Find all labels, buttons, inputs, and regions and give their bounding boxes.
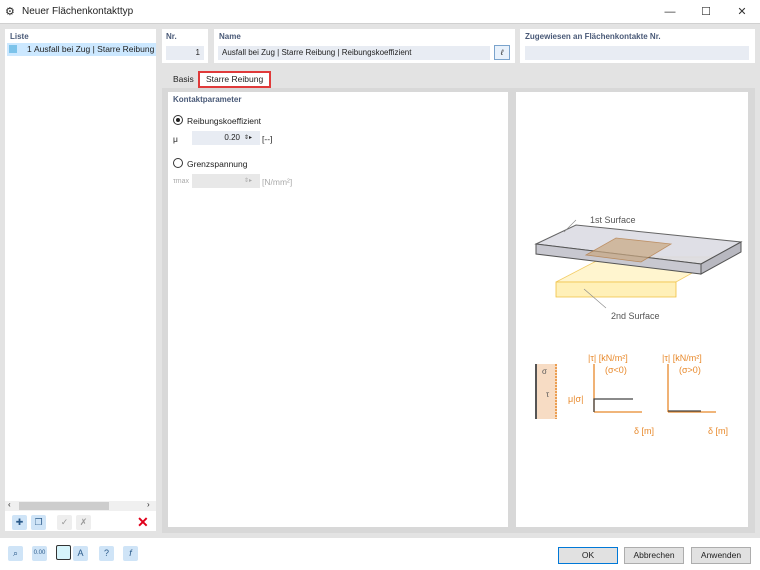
- tau-max-symbol: τmax: [173, 178, 189, 185]
- units-icon[interactable]: 0.00: [32, 546, 47, 561]
- window-title: Neuer Flächenkontakttyp: [22, 6, 134, 17]
- graph2-xlabel: δ [m]: [708, 426, 728, 436]
- display-icon[interactable]: [56, 545, 71, 560]
- diagram-panel: 1st Surface 2nd Surface σ τ |τ| [kN/m²] …: [516, 92, 748, 527]
- assigned-label: Zugewiesen an Flächenkontakte Nr.: [525, 32, 661, 41]
- friction-spinner[interactable]: ⇕▸: [244, 131, 260, 145]
- ok-button[interactable]: OK: [558, 547, 618, 564]
- limit-spinner[interactable]: ⇕▸: [244, 174, 260, 188]
- horizontal-scrollbar[interactable]: ‹ ›: [5, 500, 156, 511]
- friction-unit: [--]: [262, 134, 273, 144]
- parameters-panel: Kontaktparameter Reibungskoeffizient μ 0…: [168, 92, 508, 527]
- title-bar: ⚙ Neuer Flächenkontakttyp — ☐ ✕: [0, 0, 760, 24]
- friction-label: Reibungskoeffizient: [187, 116, 262, 126]
- graph1-cond: (σ<0): [605, 365, 627, 375]
- name-field[interactable]: Ausfall bei Zug | Starre Reibung | Reibu…: [218, 46, 490, 60]
- limit-radio[interactable]: [173, 158, 183, 168]
- new-icon[interactable]: ✚: [12, 515, 27, 530]
- cancel-button[interactable]: Abbrechen: [624, 547, 684, 564]
- apply-button[interactable]: Anwenden: [691, 547, 751, 564]
- list-item[interactable]: 1 Ausfall bei Zug | Starre Reibung | Rei…: [7, 43, 156, 56]
- friction-input[interactable]: 0.20: [192, 131, 244, 145]
- graph2-ylabel: |τ| [kN/m²]: [662, 353, 702, 363]
- copy-icon[interactable]: ❐: [31, 515, 46, 530]
- uncheck-icon[interactable]: ✗: [76, 515, 91, 530]
- limit-unit: [N/mm²]: [262, 177, 293, 187]
- edit-name-button[interactable]: ℓ: [494, 45, 510, 60]
- graph2-cond: (σ>0): [679, 365, 701, 375]
- list-item-label: Ausfall bei Zug | Starre Reibung | Reibu…: [34, 44, 156, 54]
- assigned-field[interactable]: [525, 46, 749, 60]
- limit-input[interactable]: [192, 174, 244, 188]
- graph1-ylabel: |τ| [kN/m²]: [588, 353, 628, 363]
- formula-icon[interactable]: f: [123, 546, 138, 561]
- friction-radio[interactable]: [173, 115, 183, 125]
- graph1-level: μ|σ|: [568, 394, 583, 404]
- list-item-number: 1: [27, 44, 32, 54]
- minimize-button[interactable]: —: [652, 0, 688, 24]
- name-label: Name: [219, 32, 241, 41]
- nr-box: Nr. 1: [162, 29, 208, 63]
- app-icon: ⚙: [5, 6, 15, 18]
- nr-field[interactable]: 1: [166, 46, 204, 60]
- section-icon[interactable]: A: [73, 546, 88, 561]
- check-icon[interactable]: ✓: [57, 515, 72, 530]
- delete-icon[interactable]: ✕: [137, 514, 149, 531]
- limit-label: Grenzspannung: [187, 159, 248, 169]
- nr-label: Nr.: [166, 32, 177, 41]
- scroll-left-icon[interactable]: ‹: [8, 500, 11, 509]
- params-header: Kontaktparameter: [173, 95, 242, 104]
- maximize-button[interactable]: ☐: [688, 0, 724, 24]
- search-icon[interactable]: ⌕: [8, 546, 23, 561]
- second-surface-side: [555, 281, 677, 298]
- close-button[interactable]: ✕: [724, 0, 760, 24]
- list-panel: Liste 1 Ausfall bei Zug | Starre Reibung…: [5, 29, 156, 531]
- color-swatch-icon: [9, 45, 17, 53]
- mu-symbol: μ: [173, 134, 178, 144]
- scrollbar-thumb[interactable]: [19, 502, 109, 510]
- scroll-right-icon[interactable]: ›: [147, 500, 150, 509]
- surface1-label: 1st Surface: [590, 215, 636, 225]
- tab-starre-reibung[interactable]: Starre Reibung: [198, 71, 272, 88]
- list-header: Liste: [10, 32, 29, 41]
- graph1-xlabel: δ [m]: [634, 426, 654, 436]
- sigma-label: σ: [542, 367, 547, 376]
- tab-basis[interactable]: Basis: [167, 71, 200, 88]
- name-box: Name Ausfall bei Zug | Starre Reibung | …: [214, 29, 515, 63]
- graph1-curve: [593, 398, 633, 412]
- contact-diagram: 1st Surface 2nd Surface σ τ |τ| [kN/m²] …: [534, 215, 743, 436]
- help-icon[interactable]: ?: [99, 546, 114, 561]
- assigned-box: Zugewiesen an Flächenkontakte Nr.: [520, 29, 755, 63]
- surface2-label: 2nd Surface: [611, 311, 660, 321]
